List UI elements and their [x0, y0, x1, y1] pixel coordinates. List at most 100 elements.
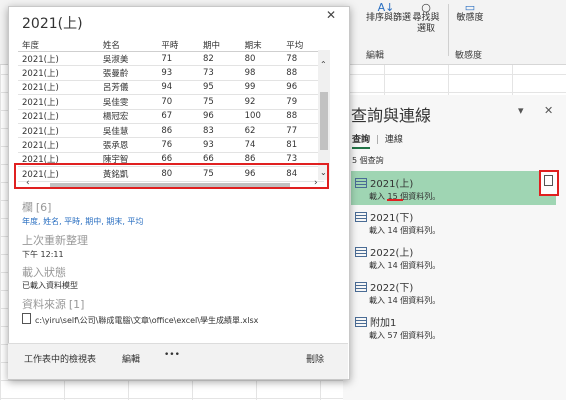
query-item[interactable]: 2022(上) 載入 14 個資料列。: [351, 240, 556, 274]
vertical-scroll-thumb[interactable]: [320, 92, 328, 150]
edit-button[interactable]: 編輯: [122, 352, 140, 365]
table-cell: 張曼齡: [98, 65, 158, 81]
query-item[interactable]: 2021(上) 載入 15 個資料列。: [351, 171, 556, 205]
table-icon: [355, 282, 367, 292]
col-header: 期末: [240, 38, 283, 52]
tab-queries[interactable]: 查詢: [352, 135, 371, 149]
table-row: 2021(上) 楊冠宏 67 96 100 88: [18, 109, 324, 124]
table-cell: 67: [157, 109, 199, 124]
columns-label: 欄: [22, 201, 33, 214]
find-select-label: 尋找與 選取: [412, 13, 440, 34]
load-status-label: 載入狀態: [22, 266, 66, 279]
table-row: 2021(上) 吳佳雯 70 75 92 79: [18, 94, 324, 110]
load-status-value: 已載入資料模型: [22, 281, 78, 290]
table-cell: 93: [157, 65, 199, 81]
table-cell: 楊冠宏: [98, 109, 158, 124]
query-name: 2021(上): [370, 179, 414, 190]
search-icon: ○: [421, 1, 431, 14]
find-select-button[interactable]: ○ 尋找與 選取: [410, 2, 442, 35]
query-name: 附加1: [370, 318, 397, 329]
ribbon-divider: [448, 4, 449, 56]
table-cell: 70: [157, 94, 199, 110]
query-item[interactable]: 附加1 載入 57 個資料列。: [351, 310, 556, 344]
table-cell: 2021(上): [18, 51, 99, 67]
table-icon: [355, 178, 367, 188]
table-cell: 74: [240, 137, 283, 153]
pane-options-icon[interactable]: ▾: [518, 104, 524, 117]
sensitivity-label: 敏感度: [456, 13, 484, 23]
pane-title: 查詢與連線: [351, 106, 432, 125]
group-edit-label: 編輯: [366, 51, 385, 61]
table-cell: 71: [157, 51, 199, 67]
view-in-sheet-button[interactable]: 工作表中的檢視表: [24, 352, 96, 365]
query-name: 2022(下): [370, 283, 414, 294]
more-options-button[interactable]: •••: [164, 350, 180, 360]
tab-connections[interactable]: 連線: [385, 135, 403, 145]
tab-separator: |: [375, 135, 379, 145]
table-cell: 98: [240, 65, 283, 81]
table-cell: 95: [198, 80, 241, 96]
file-icon: [22, 313, 31, 324]
table-cell: 2021(上): [18, 65, 99, 81]
sort-filter-button[interactable]: A↓ 排序與篩選: [366, 1, 411, 24]
table-cell: 75: [198, 94, 241, 110]
pane-close-icon[interactable]: ✕: [544, 104, 553, 117]
table-cell: 2021(上): [18, 123, 99, 139]
source-path-row[interactable]: c:\yiru\self\公司\聯成電腦\文章\office\excel\學生成…: [22, 313, 258, 326]
query-status: 載入 15 個資料列。: [369, 192, 441, 201]
table-cell: 2021(上): [18, 109, 99, 124]
table-cell: 83: [198, 123, 241, 139]
scroll-up-icon[interactable]: ⌃: [320, 60, 327, 69]
last-row-highlight: [14, 163, 329, 189]
table-cell: 76: [157, 137, 199, 153]
table-icon: [355, 212, 367, 222]
query-name: 2021(下): [370, 213, 414, 224]
table-row: 2021(上) 吳佳慧 86 83 62 77: [18, 123, 324, 139]
table-row: 2021(上) 張曼齡 93 73 98 88: [18, 65, 324, 81]
table-row: 2021(上) 吳淑美 71 82 80 78: [18, 51, 324, 67]
columns-list[interactable]: 年度, 姓名, 平時, 期中, 期末, 平均: [22, 216, 143, 227]
sensitivity-button[interactable]: ▭ 敏感度: [455, 2, 485, 24]
table-cell: 80: [240, 51, 283, 67]
table-cell: 2021(上): [18, 137, 99, 153]
red-underline: [387, 199, 403, 201]
table-header-row: 年度 姓名 平時 期中 期末 平均: [18, 38, 324, 52]
table-cell: 96: [198, 109, 241, 124]
table-cell: 張承恩: [98, 137, 158, 153]
query-item[interactable]: 2022(下) 載入 14 個資料列。: [351, 275, 556, 309]
table-cell: 73: [198, 65, 241, 81]
table-row: 2021(上) 呂芳儀 94 95 99 96: [18, 80, 324, 96]
source-path: c:\yiru\self\公司\聯成電腦\文章\office\excel\學生成…: [35, 316, 259, 325]
col-header: 平時: [157, 38, 199, 52]
sort-icon: A↓: [377, 1, 395, 14]
source-count: [1]: [68, 298, 85, 311]
pane-tabs: 查詢 | 連線: [352, 132, 403, 149]
table-cell: 94: [157, 80, 199, 96]
query-count: 5 個查詢: [352, 156, 384, 165]
col-header: 期中: [198, 38, 241, 52]
card-title: 2021(上): [22, 16, 83, 32]
table-cell: 吳佳慧: [98, 123, 158, 139]
columns-count: [6]: [35, 201, 52, 214]
table-cell: 82: [198, 51, 241, 67]
query-item[interactable]: 2021(下) 載入 14 個資料列。: [351, 205, 556, 239]
columns-section: 欄 [6]: [22, 199, 51, 215]
document-icon[interactable]: [544, 175, 557, 188]
close-icon[interactable]: ✕: [326, 8, 336, 22]
table-cell: 86: [157, 123, 199, 139]
table-row: 2021(上) 張承恩 76 93 74 81: [18, 137, 324, 153]
last-refresh-value: 下午 12:11: [22, 250, 64, 259]
query-status: 載入 14 個資料列。: [369, 296, 441, 305]
col-header: 姓名: [98, 38, 158, 52]
query-name: 2022(上): [370, 248, 414, 259]
group-sensitivity-label: 敏感度: [455, 51, 483, 61]
table-cell: 吳淑美: [98, 51, 158, 67]
table-cell: 92: [240, 94, 283, 110]
delete-button[interactable]: 刪除: [306, 352, 324, 365]
query-status: 載入 57 個資料列。: [369, 331, 441, 340]
col-header: 年度: [18, 38, 99, 52]
sensitivity-icon: ▭: [464, 1, 476, 14]
table-cell: 93: [198, 137, 241, 153]
table-icon: [355, 317, 367, 327]
table-cell: 99: [240, 80, 283, 96]
